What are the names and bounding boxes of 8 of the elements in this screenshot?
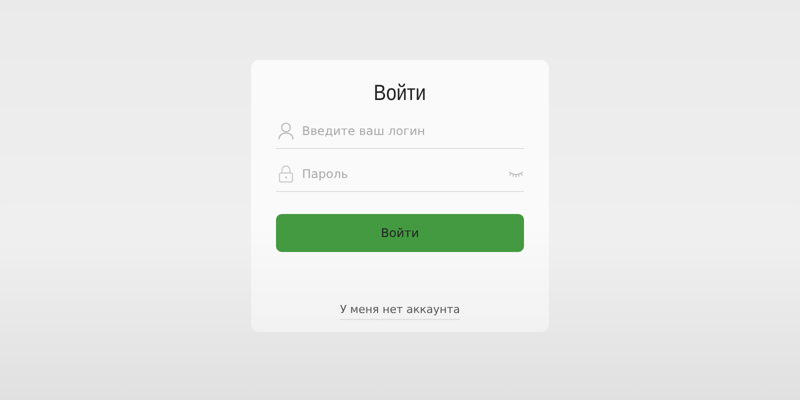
login-button[interactable]: Войти [276, 214, 524, 252]
no-account-link[interactable]: У меня нет аккаунта [340, 303, 460, 320]
input-field[interactable]: Введите ваш логин [302, 120, 524, 142]
lock-icon [278, 165, 294, 183]
input-field[interactable]: Пароль [302, 163, 500, 185]
form-title: Войти [374, 80, 426, 106]
user-icon [278, 122, 294, 140]
closed-eye-icon[interactable] [508, 170, 524, 178]
